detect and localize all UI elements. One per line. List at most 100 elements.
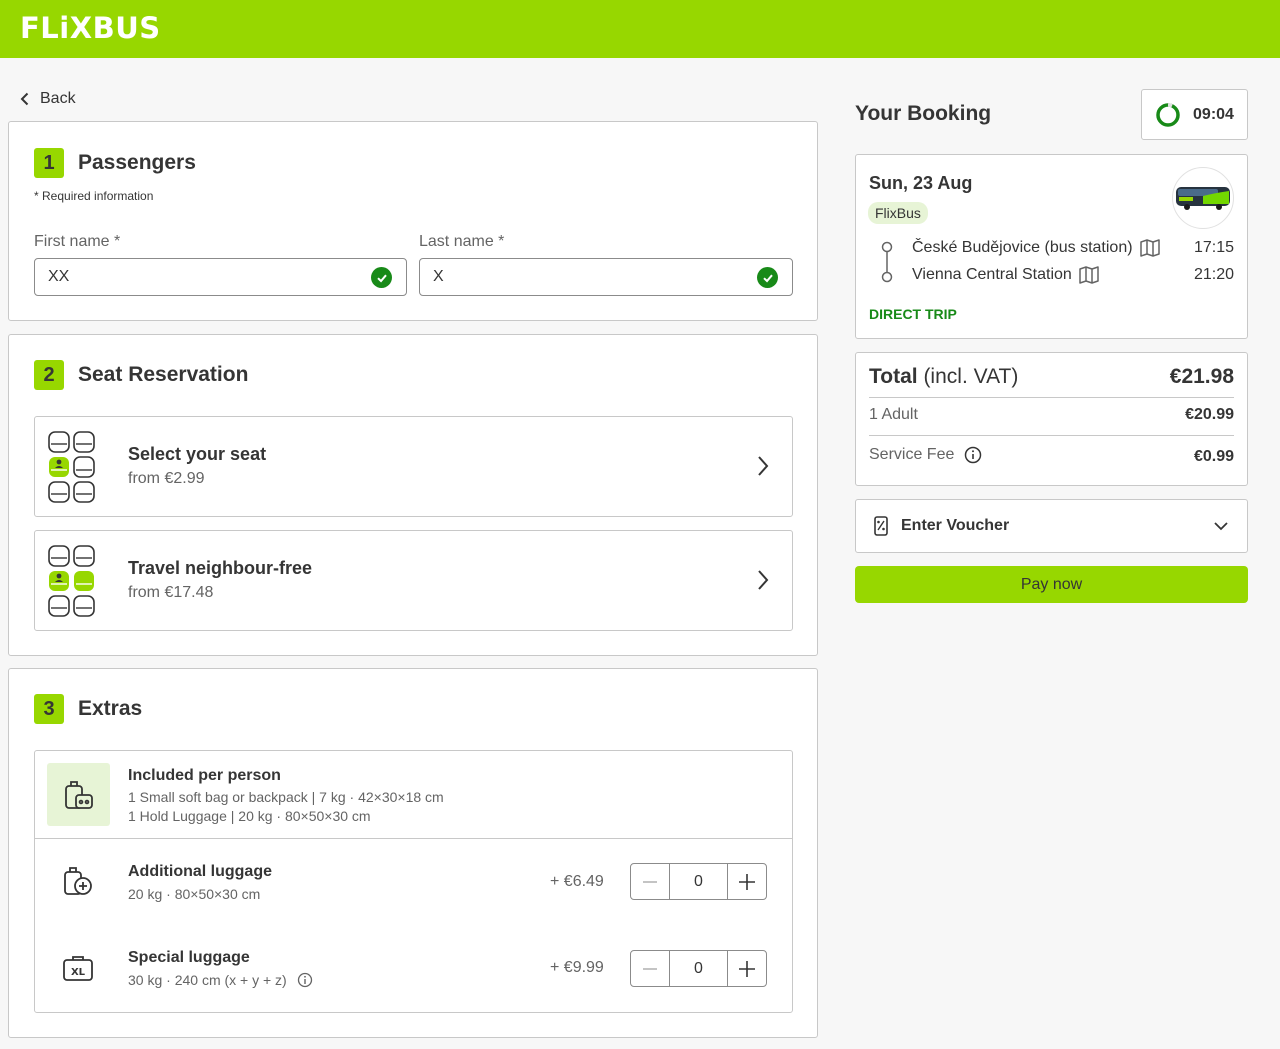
section-title: Passengers <box>78 151 196 174</box>
select-seat-option[interactable]: Select your seat from €2.99 <box>34 416 793 517</box>
luggage-panel: Included per person 1 Small soft bag or … <box>34 750 793 1013</box>
back-label: Back <box>40 90 76 107</box>
seat-reservation-header: 2 Seat Reservation <box>34 360 248 390</box>
timer-ring-icon <box>1156 102 1180 127</box>
valid-check-icon <box>371 267 392 288</box>
special-luggage-detail-row: 30 kg · 240 cm (x + y + z) <box>128 972 313 988</box>
adult-price: €20.99 <box>1185 406 1234 423</box>
chevron-right-icon <box>758 456 769 476</box>
back-link[interactable]: Back <box>18 90 76 108</box>
chevron-left-icon <box>20 92 29 106</box>
special-luggage-detail: 30 kg · 240 cm (x + y + z) <box>128 972 287 988</box>
trip-card: Sun, 23 Aug FlixBus České Budějovice (bu… <box>855 154 1248 339</box>
additional-luggage-price: + €6.49 <box>550 873 604 890</box>
section-title: Seat Reservation <box>78 363 249 386</box>
brand-badge: FlixBus <box>868 202 928 224</box>
valid-check-icon <box>757 267 778 288</box>
divider <box>869 435 1234 436</box>
arrival-stop: Vienna Central Station <box>912 265 1100 285</box>
chevron-right-icon <box>758 570 769 590</box>
additional-luggage-stepper: 0 <box>630 863 767 900</box>
last-name-field[interactable]: X <box>419 258 793 296</box>
total-label: Total (incl. VAT) <box>869 365 1018 389</box>
included-line: 1 Hold Luggage | 20 kg · 80×50×30 cm <box>128 808 371 824</box>
first-name-value: XX <box>48 268 70 285</box>
stop-name: Vienna Central Station <box>912 266 1072 283</box>
seat-map-icon <box>48 431 95 503</box>
row-label-text: 1 Adult <box>869 406 918 423</box>
svg-text:XL: XL <box>71 967 86 978</box>
passengers-header: 1 Passengers <box>34 148 196 178</box>
route-line-icon <box>881 241 893 283</box>
pay-now-button[interactable]: Pay now <box>855 566 1248 603</box>
chevron-down-icon <box>1214 522 1228 531</box>
plus-icon <box>739 960 755 977</box>
total-label-rest: (incl. VAT) <box>917 365 1019 388</box>
decrement-button[interactable] <box>631 864 669 899</box>
plus-icon <box>739 873 755 890</box>
option-title: Select your seat <box>128 444 267 464</box>
increment-button[interactable] <box>728 951 766 986</box>
last-name-value: X <box>433 268 444 285</box>
extras-section: 3 Extras Included per person 1 Small sof… <box>8 668 818 1038</box>
included-luggage-icon-box <box>47 763 110 826</box>
voucher-accordion[interactable]: Enter Voucher <box>855 499 1248 553</box>
last-name-label: Last name * <box>419 233 505 250</box>
luggage-icon <box>64 780 93 809</box>
map-icon[interactable] <box>1078 265 1100 285</box>
trip-date: Sun, 23 Aug <box>869 173 973 193</box>
flixbus-logo[interactable]: FLiXBUS <box>20 11 161 45</box>
included-title: Included per person <box>128 767 281 784</box>
quantity-input[interactable]: 0 <box>669 864 728 899</box>
total-value: €21.98 <box>1169 365 1234 388</box>
bus-icon <box>1176 187 1230 210</box>
voucher-label: Enter Voucher <box>901 517 1010 534</box>
seat-map-icon <box>48 545 95 617</box>
service-fee-label: Service Fee <box>869 446 982 464</box>
option-price: from €2.99 <box>128 470 205 487</box>
divider <box>869 397 1234 398</box>
xl-luggage-icon: XL <box>63 956 93 981</box>
service-fee-price: €0.99 <box>1193 448 1234 465</box>
top-bar: FLiXBUS <box>0 0 1280 58</box>
seat-reservation-section: 2 Seat Reservation Select your seat from… <box>8 334 818 656</box>
additional-luggage-title: Additional luggage <box>128 863 272 880</box>
row-label-text: Service Fee <box>869 446 955 463</box>
required-note: * Required information <box>34 189 154 203</box>
booking-timer: 09:04 <box>1141 89 1248 140</box>
special-luggage-title: Special luggage <box>128 949 250 966</box>
stop-name: České Budějovice (bus station) <box>912 239 1133 256</box>
info-icon[interactable] <box>297 972 313 988</box>
adult-label: 1 Adult <box>869 406 918 424</box>
section-number: 3 <box>34 694 64 724</box>
section-number: 2 <box>34 360 64 390</box>
increment-button[interactable] <box>728 864 766 899</box>
section-number: 1 <box>34 148 64 178</box>
section-title: Extras <box>78 697 143 720</box>
map-icon[interactable] <box>1139 238 1161 258</box>
option-title: Travel neighbour-free <box>128 558 313 578</box>
departure-time: 17:15 <box>1193 239 1234 256</box>
total-label-bold: Total <box>869 365 918 388</box>
option-price: from €17.48 <box>128 584 214 601</box>
passengers-section: 1 Passengers * Required information Firs… <box>8 121 818 321</box>
neighbour-free-option[interactable]: Travel neighbour-free from €17.48 <box>34 530 793 631</box>
first-name-field[interactable]: XX <box>34 258 407 296</box>
arrival-time: 21:20 <box>1193 266 1234 283</box>
voucher-icon <box>874 516 888 536</box>
info-icon[interactable] <box>964 446 982 464</box>
add-luggage-icon <box>64 867 92 895</box>
extras-header: 3 Extras <box>34 694 142 724</box>
decrement-button[interactable] <box>631 951 669 986</box>
additional-luggage-detail: 20 kg · 80×50×30 cm <box>128 886 261 902</box>
bus-image <box>1172 167 1234 229</box>
your-booking-title: Your Booking <box>855 102 992 125</box>
included-line: 1 Small soft bag or backpack | 7 kg · 42… <box>128 789 444 805</box>
special-luggage-stepper: 0 <box>630 950 767 987</box>
first-name-label: First name * <box>34 233 121 250</box>
special-luggage-price: + €9.99 <box>550 959 604 976</box>
trip-type-label: DIRECT TRIP <box>869 306 957 322</box>
timer-value: 09:04 <box>1193 105 1234 123</box>
quantity-input[interactable]: 0 <box>669 951 728 986</box>
included-luggage: Included per person 1 Small soft bag or … <box>35 751 792 839</box>
